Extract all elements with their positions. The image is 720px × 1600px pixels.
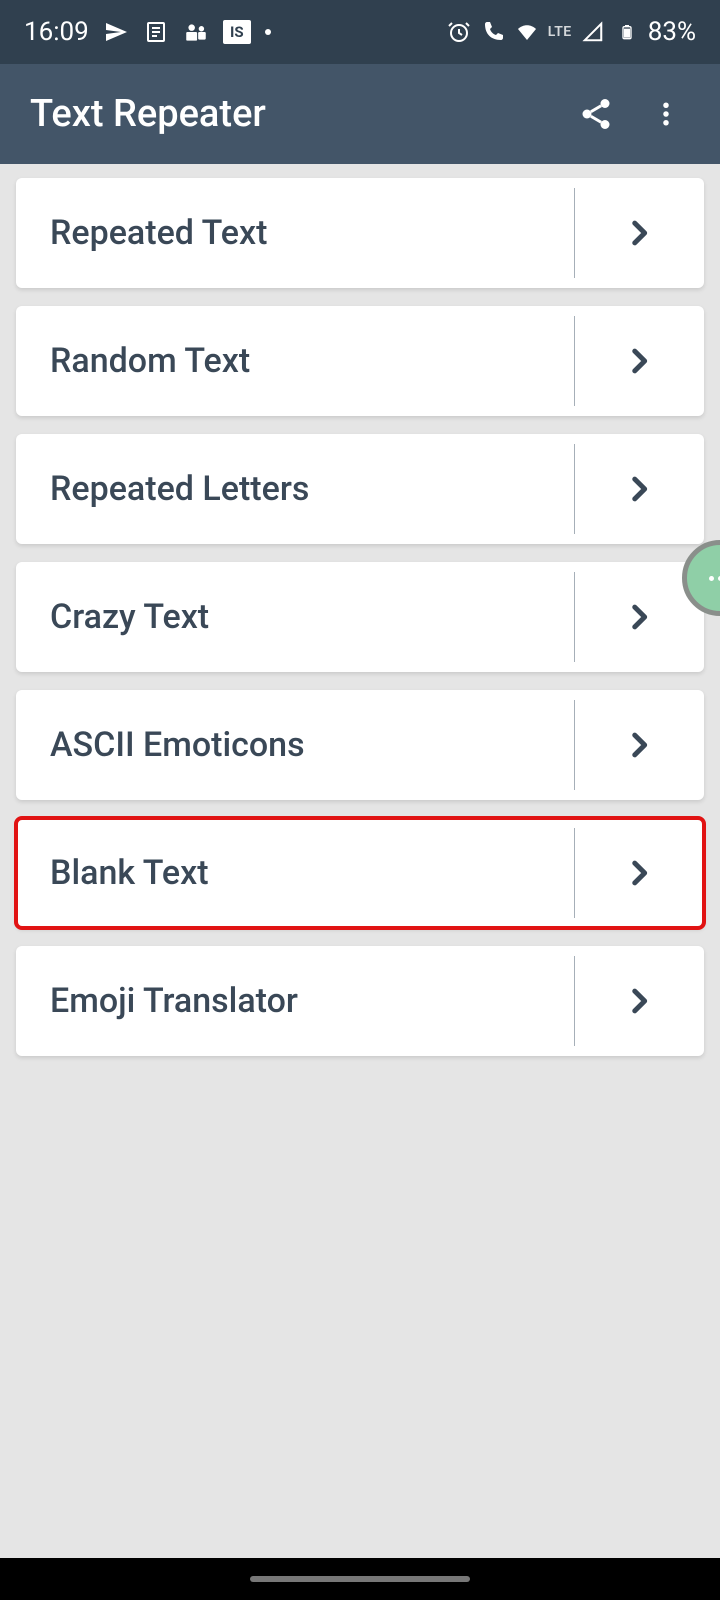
list-item-label: Blank Text	[16, 818, 574, 928]
battery-icon	[614, 19, 640, 45]
gesture-handle[interactable]	[250, 1576, 470, 1582]
reader-icon	[143, 19, 169, 45]
list-item-random-text[interactable]: Random Text	[16, 306, 704, 416]
list-item-emoji-translator[interactable]: Emoji Translator	[16, 946, 704, 1056]
system-nav-bar	[0, 1558, 720, 1600]
share-button[interactable]	[566, 84, 626, 144]
page-title: Text Repeater	[24, 92, 556, 136]
status-left: 16:09 IS	[24, 17, 271, 47]
main-list: Repeated Text Random Text Repeated Lette…	[0, 164, 720, 1088]
list-item-ascii-emoticons[interactable]: ASCII Emoticons	[16, 690, 704, 800]
list-item-repeated-letters[interactable]: Repeated Letters	[16, 434, 704, 544]
list-item-label: Repeated Text	[16, 178, 574, 288]
battery-percent: 83%	[648, 17, 696, 47]
list-item-repeated-text[interactable]: Repeated Text	[16, 178, 704, 288]
status-bar: 16:09 IS LTE 83%	[0, 0, 720, 64]
alarm-icon	[446, 19, 472, 45]
network-label: LTE	[548, 24, 572, 40]
send-icon	[103, 19, 129, 45]
list-item-label: Repeated Letters	[16, 434, 574, 544]
list-item-label: Crazy Text	[16, 562, 574, 672]
list-item-label: Emoji Translator	[16, 946, 574, 1056]
list-item-crazy-text[interactable]: Crazy Text	[16, 562, 704, 672]
teams-icon	[183, 19, 209, 45]
signal-icon	[580, 19, 606, 45]
chevron-right-icon	[574, 818, 704, 928]
list-item-label: ASCII Emoticons	[16, 690, 574, 800]
wifi-icon	[514, 19, 540, 45]
is-badge-icon: IS	[223, 20, 251, 44]
chevron-right-icon	[574, 946, 704, 1056]
more-notifications-dot	[265, 29, 271, 35]
chevron-right-icon	[574, 306, 704, 416]
chevron-right-icon	[574, 690, 704, 800]
list-item-blank-text[interactable]: Blank Text	[16, 818, 704, 928]
more-menu-button[interactable]	[636, 84, 696, 144]
chevron-right-icon	[574, 178, 704, 288]
app-bar: Text Repeater	[0, 64, 720, 164]
list-item-label: Random Text	[16, 306, 574, 416]
phone-icon	[480, 19, 506, 45]
chevron-right-icon	[574, 434, 704, 544]
status-right: LTE 83%	[446, 17, 696, 47]
status-time: 16:09	[24, 17, 89, 47]
